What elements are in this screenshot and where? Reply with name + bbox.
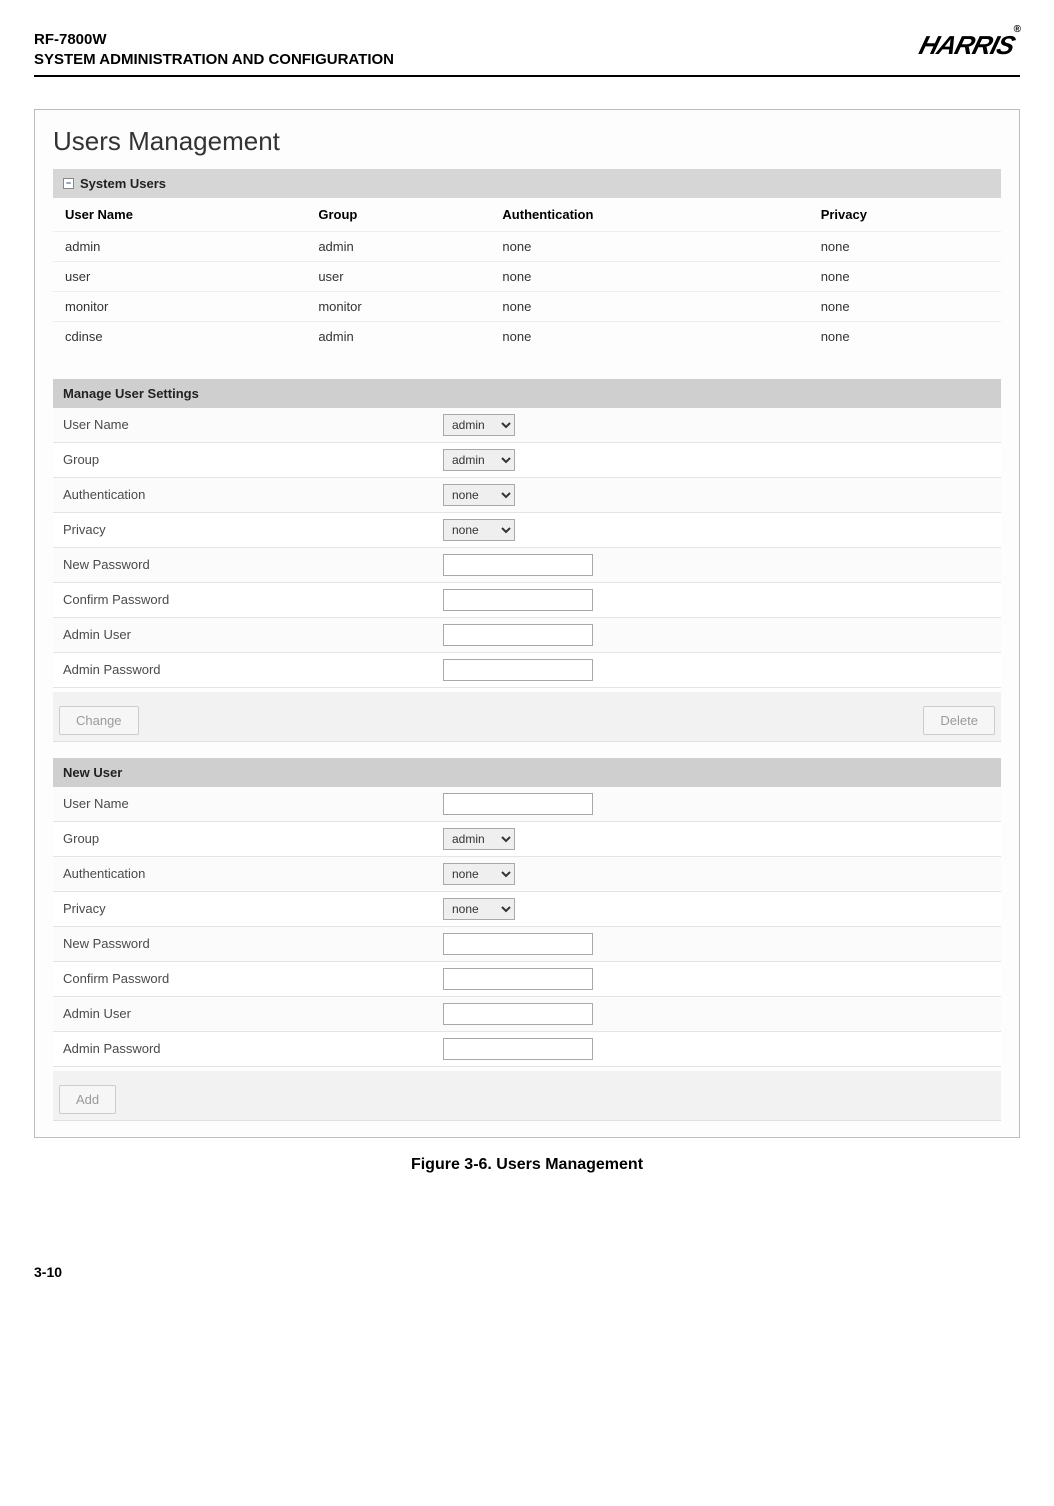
product-model: RF-7800W	[34, 30, 394, 50]
table-row: user user none none	[53, 261, 1001, 291]
panel-title: Users Management	[53, 126, 1001, 157]
users-table: User Name Group Authentication Privacy a…	[53, 198, 1001, 351]
system-users-band: − System Users	[53, 169, 1001, 198]
manage-group-select[interactable]: admin	[443, 449, 515, 471]
label-group: Group	[63, 452, 443, 467]
nu-label-group: Group	[63, 831, 443, 846]
page-header: RF-7800W SYSTEM ADMINISTRATION AND CONFI…	[34, 30, 1020, 77]
nu-username-input[interactable]	[443, 793, 593, 815]
manage-admuser-input[interactable]	[443, 624, 593, 646]
manage-user-section: Manage User Settings User Name admin Gro…	[53, 379, 1001, 742]
label-newpw: New Password	[63, 557, 443, 572]
label-confpw: Confirm Password	[63, 592, 443, 607]
system-users-label: System Users	[80, 176, 166, 191]
screenshot-panel: Users Management − System Users User Nam…	[34, 109, 1020, 1138]
delete-button[interactable]: Delete	[923, 706, 995, 735]
brand-text: HARRIS	[916, 30, 1018, 61]
label-admuser: Admin User	[63, 627, 443, 642]
new-user-section: New User User Name Group admin Authentic…	[53, 758, 1001, 1121]
nu-auth-select[interactable]: none	[443, 863, 515, 885]
nu-label-admpw: Admin Password	[63, 1041, 443, 1056]
table-row: cdinse admin none none	[53, 321, 1001, 351]
header-left: RF-7800W SYSTEM ADMINISTRATION AND CONFI…	[34, 30, 394, 71]
col-username: User Name	[53, 198, 306, 232]
newuser-title: New User	[63, 765, 122, 780]
nu-label-confpw: Confirm Password	[63, 971, 443, 986]
nu-privacy-select[interactable]: none	[443, 898, 515, 920]
col-auth: Authentication	[490, 198, 808, 232]
col-group: Group	[306, 198, 490, 232]
newuser-button-row: Add	[53, 1071, 1001, 1121]
nu-label-newpw: New Password	[63, 936, 443, 951]
section-title: SYSTEM ADMINISTRATION AND CONFIGURATION	[34, 50, 394, 70]
label-privacy: Privacy	[63, 522, 443, 537]
col-privacy: Privacy	[809, 198, 1001, 232]
add-button[interactable]: Add	[59, 1085, 116, 1114]
table-row: monitor monitor none none	[53, 291, 1001, 321]
newuser-band: New User	[53, 758, 1001, 787]
manage-button-row: Change Delete	[53, 692, 1001, 742]
manage-auth-select[interactable]: none	[443, 484, 515, 506]
manage-band: Manage User Settings	[53, 379, 1001, 408]
label-admpw: Admin Password	[63, 662, 443, 677]
collapse-icon[interactable]: −	[63, 178, 74, 189]
nu-confpw-input[interactable]	[443, 968, 593, 990]
table-header-row: User Name Group Authentication Privacy	[53, 198, 1001, 232]
nu-group-select[interactable]: admin	[443, 828, 515, 850]
nu-label-privacy: Privacy	[63, 901, 443, 916]
manage-username-select[interactable]: admin	[443, 414, 515, 436]
table-row: admin admin none none	[53, 231, 1001, 261]
page-number: 3-10	[34, 1264, 1020, 1280]
nu-newpw-input[interactable]	[443, 933, 593, 955]
label-username: User Name	[63, 417, 443, 432]
nu-label-username: User Name	[63, 796, 443, 811]
nu-label-auth: Authentication	[63, 866, 443, 881]
nu-label-admuser: Admin User	[63, 1006, 443, 1021]
label-auth: Authentication	[63, 487, 443, 502]
figure-caption: Figure 3-6. Users Management	[34, 1156, 1020, 1174]
manage-confpw-input[interactable]	[443, 589, 593, 611]
change-button[interactable]: Change	[59, 706, 139, 735]
manage-admpw-input[interactable]	[443, 659, 593, 681]
manage-title: Manage User Settings	[63, 386, 199, 401]
registered-icon: ®	[1014, 24, 1020, 35]
brand-logo: HARRIS®	[920, 30, 1020, 61]
manage-privacy-select[interactable]: none	[443, 519, 515, 541]
nu-admuser-input[interactable]	[443, 1003, 593, 1025]
nu-admpw-input[interactable]	[443, 1038, 593, 1060]
manage-newpw-input[interactable]	[443, 554, 593, 576]
